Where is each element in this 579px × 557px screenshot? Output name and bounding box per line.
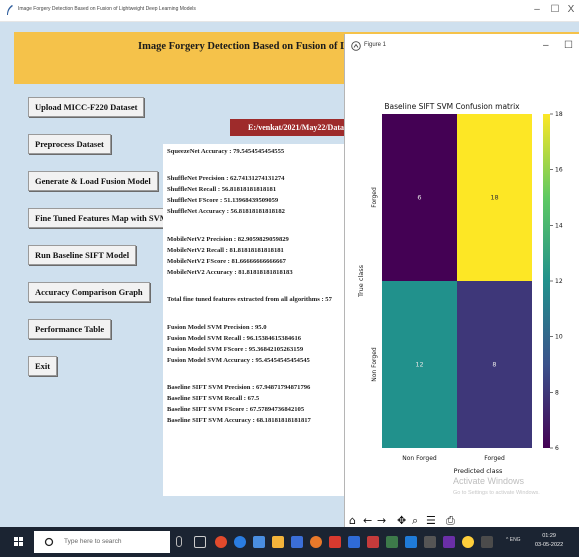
y-axis-label: True class [357, 264, 365, 298]
python-icon[interactable] [462, 536, 474, 548]
subplots-icon[interactable]: ☰ [426, 514, 436, 528]
firefox-icon[interactable] [310, 536, 322, 548]
app-icon[interactable] [481, 536, 493, 548]
accuracy-graph-button[interactable]: Accuracy Comparison Graph [28, 282, 150, 302]
file-explorer-icon[interactable] [272, 536, 284, 548]
output-line: MobileNetV2 FScore : 81.66666666666667 [167, 258, 286, 265]
task-view-icon[interactable] [194, 536, 206, 548]
x-axis-label: Predicted class [454, 467, 503, 475]
colorbar-tick-label: 12 [555, 278, 563, 285]
colorbar-tick-label: 18 [555, 111, 563, 118]
fine-tuned-svm-button[interactable]: Fine Tuned Features Map with SVM [28, 208, 175, 228]
colorbar-tick-label: 16 [555, 167, 563, 174]
output-line: MobileNetV2 Recall : 81.81818181818181 [167, 247, 284, 254]
feather-icon [7, 5, 13, 15]
output-line: Fusion Model SVM FScore : 95.36842105263… [167, 346, 304, 353]
windows-start-icon[interactable] [14, 537, 24, 547]
store-icon[interactable] [253, 536, 265, 548]
zoom-icon[interactable]: ⌕ [412, 514, 418, 528]
app-icon[interactable] [386, 536, 398, 548]
taskbar-search-box[interactable]: Type here to search [34, 531, 170, 553]
home-icon[interactable]: ⌂ [349, 514, 356, 528]
save-icon[interactable]: ⎙ [446, 514, 455, 528]
figure-maximize-button[interactable]: ☐ [564, 40, 573, 51]
word-icon[interactable] [348, 536, 360, 548]
y-tick-label: Non Forged [371, 347, 378, 382]
microphone-icon[interactable] [176, 536, 182, 547]
output-line: Baseline SIFT SVM Accuracy : 68.18181818… [167, 417, 311, 424]
app-icon[interactable] [443, 536, 455, 548]
window-titlebar: Image Forgery Detection Based on Fusion … [0, 0, 579, 22]
cell-value-label: 6 [417, 194, 421, 202]
pan-icon[interactable]: ✥ [397, 514, 406, 528]
exit-button[interactable]: Exit [28, 356, 58, 376]
performance-table-button[interactable]: Performance Table [28, 319, 112, 339]
close-button[interactable]: X [564, 4, 578, 15]
minimize-button[interactable]: – [530, 4, 544, 15]
output-line: Baseline SIFT SVM Recall : 67.5 [167, 395, 260, 402]
figure-window: Figure 1 – ☐ Baseline SIFT SVM Confusion… [344, 34, 579, 542]
forward-arrow-icon[interactable]: → [377, 514, 386, 528]
figure-titlebar: Figure 1 – ☐ [345, 34, 579, 58]
output-line: MobileNetV2 Precision : 82.9059829059829 [167, 236, 289, 243]
edge-icon[interactable] [234, 536, 246, 548]
back-arrow-icon[interactable]: ← [363, 514, 372, 528]
output-line: ShuffleNet Accuracy : 56.81818181818182 [167, 208, 285, 215]
activate-windows-subtitle: Go to Settings to activate Windows. [453, 490, 540, 496]
cell-value-label: 8 [492, 361, 496, 369]
figure-title: Figure 1 [364, 42, 387, 48]
pdf-icon[interactable] [367, 536, 379, 548]
figure-minimize-button[interactable]: – [543, 40, 549, 51]
output-line: ShuffleNet Precision : 62.74131274131274 [167, 175, 285, 182]
window-title: Image Forgery Detection Based on Fusion … [18, 6, 196, 12]
clock-time: 01:29 [542, 533, 556, 539]
x-tick-label: Non Forged [402, 455, 437, 462]
app-icon[interactable] [405, 536, 417, 548]
colorbar [543, 114, 550, 448]
confusion-matrix-chart: Baseline SIFT SVM Confusion matrix 6 18 12… [357, 102, 563, 475]
generate-fusion-model-button[interactable]: Generate & Load Fusion Model [28, 171, 158, 191]
output-line: ShuffleNet Recall : 56.81818181818181 [167, 186, 277, 193]
results-textarea[interactable]: SqueezeNet Accuracy : 79.5454545454555 S… [163, 144, 350, 496]
output-line: Total fine tuned features extracted from… [167, 296, 332, 303]
colorbar-tick-label: 10 [555, 334, 563, 341]
preprocess-dataset-button[interactable]: Preprocess Dataset [28, 134, 111, 154]
output-line: SqueezeNet Accuracy : 79.5454545454555 [167, 148, 285, 155]
app-icon[interactable] [291, 536, 303, 548]
taskbar: Type here to search ^ ENG 01:29 03-05-20… [0, 527, 579, 557]
terminal-icon[interactable] [424, 536, 436, 548]
dataset-path-banner: E:/venkat/2021/May22/Dataset D [230, 119, 350, 136]
output-line: ShuffleNet FScore : 51.13968439509059 [167, 197, 279, 204]
output-line: MobileNetV2 Accuracy : 81.81818181818183 [167, 269, 293, 276]
cell-value-label: 12 [415, 361, 423, 369]
chart-title: Baseline SIFT SVM Confusion matrix [384, 102, 520, 111]
colorbar-tick-label: 6 [555, 445, 559, 452]
search-placeholder: Type here to search [64, 538, 122, 545]
clock[interactable]: 01:29 03-05-2022 [535, 532, 563, 550]
output-line: Baseline SIFT SVM FScore : 67.5789473684… [167, 406, 305, 413]
activate-windows-title: Activate Windows [453, 476, 525, 486]
run-baseline-sift-button[interactable]: Run Baseline SIFT Model [28, 245, 137, 265]
y-tick-label: Forged [371, 187, 378, 208]
clock-date: 03-05-2022 [535, 542, 564, 548]
output-line: Fusion Model SVM Precision : 95.0 [167, 324, 267, 331]
chrome-icon[interactable] [215, 536, 227, 548]
output-line: Fusion Model SVM Recall : 96.15384615384… [167, 335, 302, 342]
cell-value-label: 18 [490, 194, 498, 202]
app-icon[interactable] [329, 536, 341, 548]
output-line: Baseline SIFT SVM Precision : 67.9487179… [167, 384, 311, 391]
search-icon [44, 537, 54, 547]
x-tick-label: Forged [484, 455, 505, 462]
upload-dataset-button[interactable]: Upload MICC-F220 Dataset [28, 97, 145, 117]
maximize-button[interactable]: ☐ [548, 4, 562, 15]
colorbar-tick-label: 14 [555, 222, 563, 229]
output-line: Fusion Model SVM Accuracy : 95.454545454… [167, 357, 310, 364]
figure-icon [351, 41, 361, 51]
colorbar-tick-label: 8 [555, 389, 559, 396]
system-tray[interactable]: ^ ENG [506, 537, 521, 543]
